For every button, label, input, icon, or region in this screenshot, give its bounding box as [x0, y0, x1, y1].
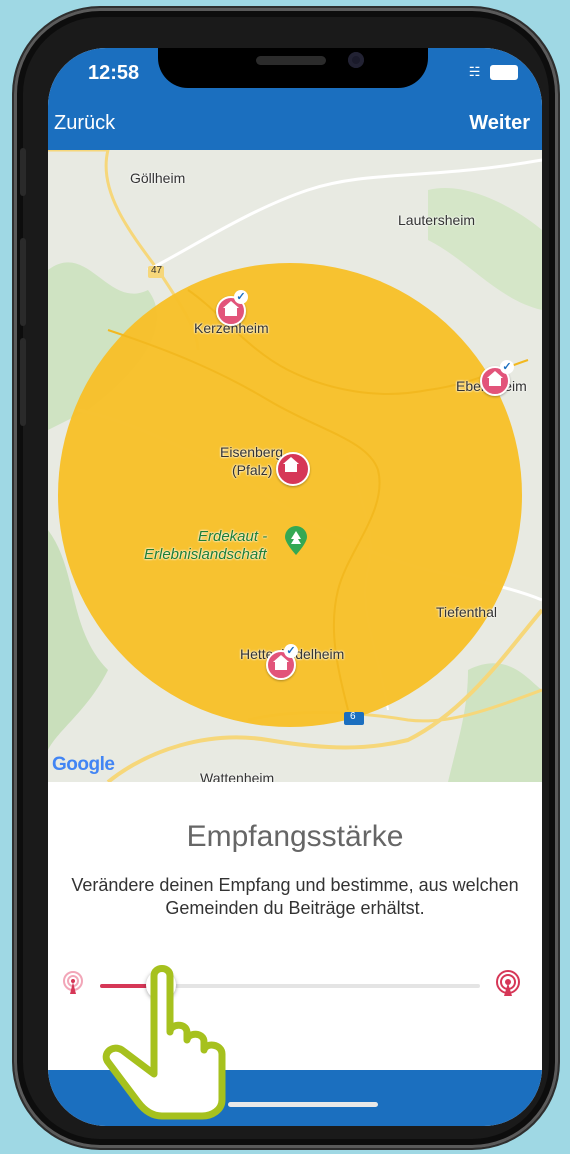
map-label-wattenheim: Wattenheim: [200, 770, 275, 782]
wifi-icon: ☵: [468, 64, 481, 79]
check-icon: ✓: [284, 644, 298, 658]
speaker: [256, 56, 326, 65]
map-label-erdekaut: Erdekaut -: [198, 528, 268, 545]
house-pin-eisenberg[interactable]: [276, 452, 310, 486]
road-label-47: 47: [151, 265, 163, 276]
phone-volume-up: [20, 238, 26, 326]
map-label-eisenberg: Eisenberg: [220, 444, 284, 460]
signal-high-icon[interactable]: [494, 970, 522, 998]
road-label-6: 6: [350, 711, 356, 722]
tree-pin-icon[interactable]: [284, 526, 308, 556]
front-camera: [348, 52, 364, 68]
back-button[interactable]: Zurück: [54, 112, 115, 135]
phone-volume-down: [20, 338, 26, 426]
notch: [158, 48, 428, 88]
next-button[interactable]: Weiter: [469, 112, 530, 135]
signal-low-icon[interactable]: [60, 970, 86, 996]
status-time: 12:58: [88, 62, 140, 84]
phone-mute-switch: [20, 148, 26, 196]
panel-title: Empfangsstärke: [186, 820, 404, 853]
google-logo: Google: [52, 754, 115, 775]
map-label-pfalz: (Pfalz): [232, 462, 273, 478]
map-view[interactable]: Göllheim Lautersheim Kerzenheim Ebertshe…: [48, 150, 542, 782]
battery-icon: [490, 65, 518, 81]
check-icon: ✓: [234, 290, 248, 304]
pointing-hand-icon: [102, 965, 226, 1120]
check-icon: ✓: [500, 360, 514, 374]
home-indicator[interactable]: [228, 1102, 378, 1107]
map-label-erlebnislandschaft: Erlebnislandschaft: [144, 546, 267, 563]
map-label-tiefenthal: Tiefenthal: [436, 604, 497, 620]
panel-description: Verändere deinen Empfang und bestimme, a…: [71, 875, 519, 918]
navigation-bar: Zurück Weiter: [48, 100, 542, 150]
status-icons: ☵: [468, 64, 518, 81]
map-label-goellheim: Göllheim: [130, 170, 186, 186]
map-label-lautersheim: Lautersheim: [398, 212, 476, 228]
